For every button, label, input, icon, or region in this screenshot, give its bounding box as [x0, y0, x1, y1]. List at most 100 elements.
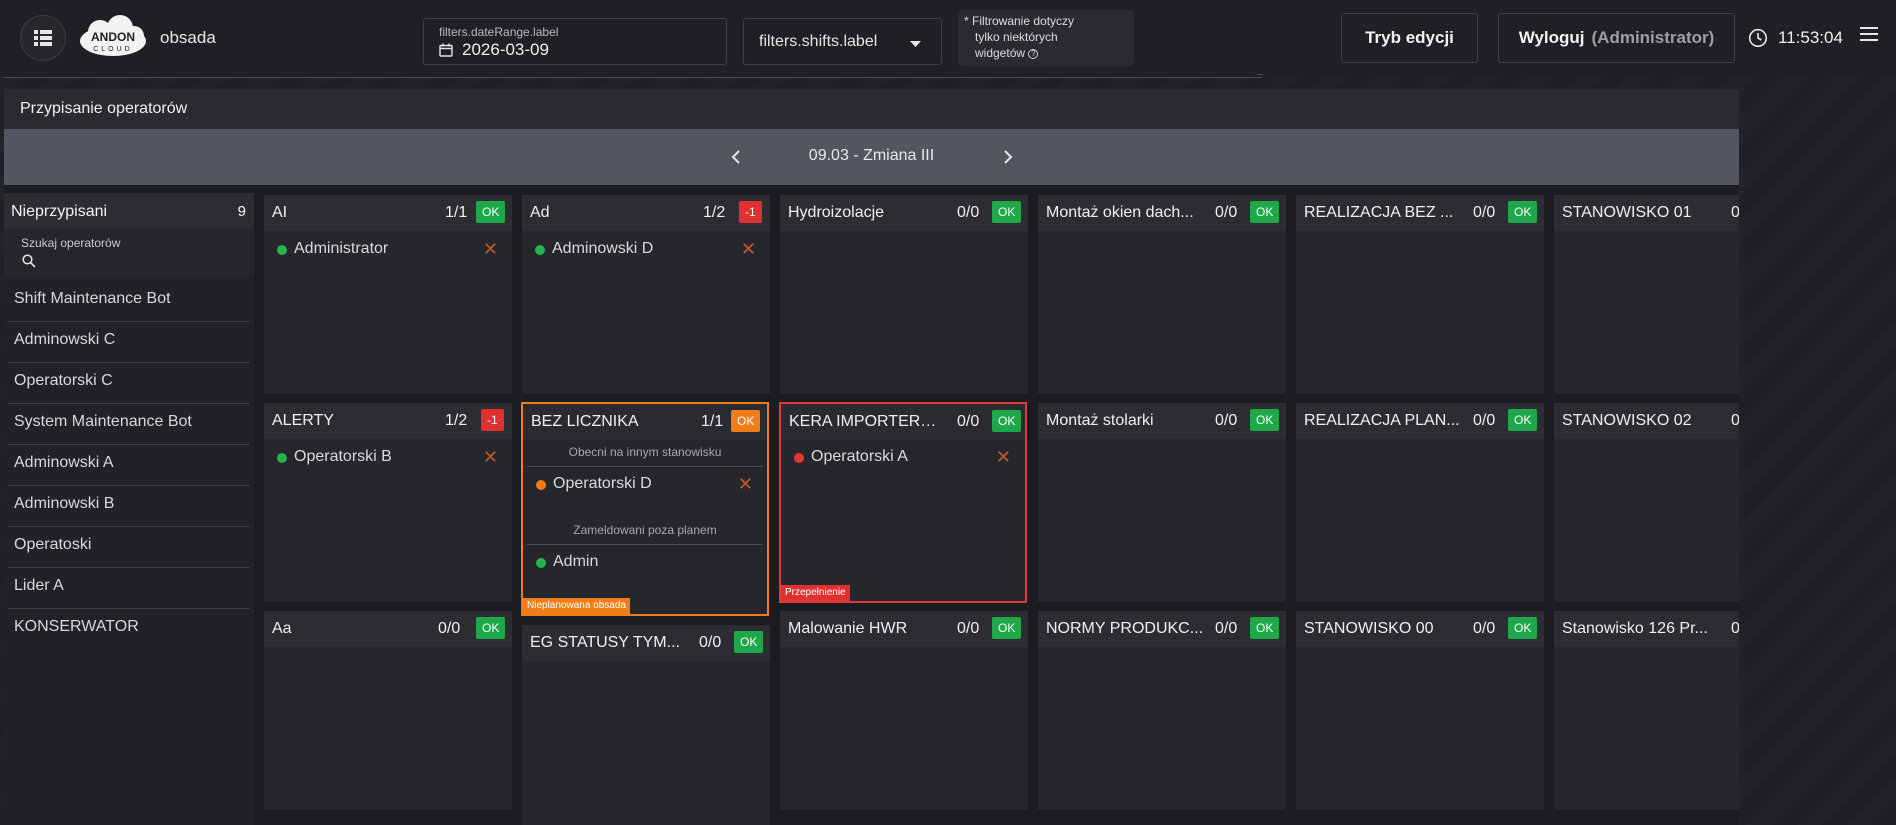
station-card-normy-produkcji[interactable]: NORMY PRODUKC... 0/0 OK [1038, 611, 1286, 810]
date-range-filter[interactable]: filters.dateRange.label 2026-03-09 [423, 18, 727, 65]
station-header: KERA IMPORTER S... 0/0 OK [781, 404, 1025, 440]
station-card-stanowisko-01[interactable]: STANOWISKO 01 0 [1554, 195, 1739, 394]
station-card-malowanie-hwr[interactable]: Malowanie HWR 0/0 OK [780, 611, 1028, 810]
station-card-bez-licznika[interactable]: BEZ LICZNIKA 1/1 OK Obecni na innym stan… [521, 402, 769, 616]
status-badge: OK [1250, 409, 1280, 431]
current-time: 11:53:04 [1778, 28, 1843, 47]
assigned-operator[interactable]: Administrator ✕ [264, 235, 512, 265]
remove-icon[interactable]: ✕ [996, 447, 1011, 468]
search-icon [22, 254, 36, 268]
station-count: 1/1 [701, 413, 724, 430]
unassigned-operator[interactable]: Adminowski C [8, 322, 250, 363]
assigned-operator[interactable]: Operatorski B ✕ [264, 443, 512, 473]
caret-down-icon [910, 41, 921, 47]
remove-icon[interactable]: ✕ [483, 447, 498, 468]
assigned-operator[interactable]: Operatorski A ✕ [781, 443, 1025, 473]
status-badge: OK [1250, 201, 1280, 223]
help-icon[interactable]: ? [1028, 48, 1039, 59]
remove-icon[interactable]: ✕ [483, 239, 498, 260]
top-bar: ANDON CLOUD obsada filters.dateRange.lab… [0, 0, 1896, 76]
unassigned-count: 9 [237, 203, 246, 220]
station-header: Ad 1/2 -1 [522, 195, 770, 231]
operator-name: Operatorski A [811, 448, 908, 465]
station-card-stanowisko-126[interactable]: Stanowisko 126 Pr... 0 [1554, 611, 1739, 810]
operator-name: Operatorski B [294, 448, 392, 465]
station-card-stanowisko-00[interactable]: STANOWISKO 00 0/0 OK [1296, 611, 1544, 810]
unassigned-operator[interactable]: System Maintenance Bot [8, 404, 250, 445]
operator-assignment-panel: Przypisanie operatorów 09.03 - Zmiana II… [4, 89, 1739, 825]
station-card-aa[interactable]: Aa 0/0 OK [264, 611, 512, 810]
filter-note-line: tylko niektórych [975, 30, 1058, 44]
station-title: ALERTY [272, 412, 334, 429]
unassigned-operator[interactable]: KONSERWATOR [8, 609, 250, 650]
station-count: 1/2 [445, 412, 468, 429]
station-header: NORMY PRODUKC... 0/0 OK [1038, 611, 1286, 647]
panel-title: Przypisanie operatorów [4, 89, 1739, 129]
assigned-operator[interactable]: Admin [523, 548, 767, 578]
unassigned-operator[interactable]: Operatorski C [8, 363, 250, 404]
status-badge: OK [731, 410, 761, 432]
assigned-operator[interactable]: Operatorski D ✕ [523, 470, 767, 500]
station-card-kera-importer[interactable]: KERA IMPORTER S... 0/0 OK Operatorski A … [779, 402, 1027, 603]
section-label-unplanned: Zameldowani poza planem [573, 523, 717, 537]
station-title: Montaż okien dach... [1046, 204, 1194, 221]
chevron-right-icon[interactable] [1003, 149, 1013, 165]
assigned-operator[interactable]: Adminowski D ✕ [522, 235, 770, 265]
unassigned-operator[interactable]: Shift Maintenance Bot [8, 281, 250, 322]
unassigned-list: Shift Maintenance Bot Adminowski C Opera… [8, 281, 250, 650]
station-card-alerty[interactable]: ALERTY 1/2 -1 Operatorski B ✕ [264, 403, 512, 602]
unassigned-operators: Nieprzypisani 9 Szukaj operatorów Shift … [4, 193, 254, 825]
station-count: 0/0 [1215, 204, 1238, 221]
station-title: AI [272, 204, 288, 221]
station-card-eg-statusy[interactable]: EG STATUSY TYM... 0/0 OK [522, 625, 770, 825]
unassigned-title: Nieprzypisani [11, 203, 108, 220]
station-card-hydroizolacje[interactable]: Hydroizolacje 0/0 OK [780, 195, 1028, 394]
station-count: 0/0 [957, 413, 980, 430]
search-input[interactable] [40, 252, 240, 272]
presence-dot [536, 558, 546, 568]
shift-label: 09.03 - Zmiana III [808, 147, 935, 164]
edit-mode-button[interactable]: Tryb edycji [1341, 13, 1478, 63]
station-header: Montaż okien dach... 0/0 OK [1038, 195, 1286, 231]
filter-note: * Filtrowanie dotyczy tylko niektórych w… [958, 10, 1134, 66]
sidebar-toggle-button[interactable] [20, 15, 66, 61]
presence-dot [277, 245, 287, 255]
unassigned-operator[interactable]: Lider A [8, 568, 250, 609]
filter-note-line: * Filtrowanie dotyczy [964, 14, 1075, 28]
shifts-select[interactable]: filters.shifts.label [743, 18, 942, 65]
station-header: AI 1/1 OK [264, 195, 512, 231]
station-count: 0 [1731, 204, 1739, 221]
logout-button[interactable]: Wyloguj (Administrator) [1498, 13, 1735, 63]
remove-icon[interactable]: ✕ [738, 474, 753, 495]
unassigned-operator[interactable]: Adminowski A [8, 445, 250, 486]
remove-icon[interactable]: ✕ [741, 239, 756, 260]
status-badge: OK [1508, 201, 1538, 223]
station-card-realizacja-plan[interactable]: REALIZACJA PLAN... 0/0 OK [1296, 403, 1544, 602]
filter-note-line: widgetów [975, 46, 1026, 60]
unassigned-operator[interactable]: Adminowski B [8, 486, 250, 527]
station-card-stanowisko-02[interactable]: STANOWISKO 02 0 [1554, 403, 1739, 602]
station-title: REALIZACJA PLAN... [1304, 412, 1460, 429]
edit-mode-label: Tryb edycji [1365, 28, 1454, 47]
unassigned-operator[interactable]: Operatoski [8, 527, 250, 568]
station-title: STANOWISKO 01 [1562, 204, 1692, 221]
station-count: 0/0 [1473, 412, 1496, 429]
status-badge: OK [476, 617, 506, 639]
station-card-ad[interactable]: Ad 1/2 -1 Adminowski D ✕ [522, 195, 770, 394]
unplanned-staffing-tag: Nieplanowana obsada [523, 598, 630, 614]
station-header: Aa 0/0 OK [264, 611, 512, 647]
station-card-montaz-okien[interactable]: Montaż okien dach... 0/0 OK [1038, 195, 1286, 394]
operator-search: Szukaj operatorów [4, 229, 254, 277]
operator-name: Administrator [294, 240, 389, 257]
hamburger-menu-icon[interactable] [1860, 27, 1878, 41]
calendar-icon [439, 43, 453, 57]
station-card-montaz-stolarki[interactable]: Montaż stolarki 0/0 OK [1038, 403, 1286, 602]
shift-navigator: 09.03 - Zmiana III [4, 129, 1739, 185]
section-label-other-station: Obecni na innym stanowisku [568, 445, 722, 459]
app-name: obsada [160, 28, 216, 47]
station-card-realizacja-bez[interactable]: REALIZACJA BEZ ... 0/0 OK [1296, 195, 1544, 394]
station-title: Aa [272, 620, 292, 637]
station-card-ai[interactable]: AI 1/1 OK Administrator ✕ [264, 195, 512, 394]
status-badge: OK [1508, 617, 1538, 639]
station-title: STANOWISKO 00 [1304, 620, 1434, 637]
